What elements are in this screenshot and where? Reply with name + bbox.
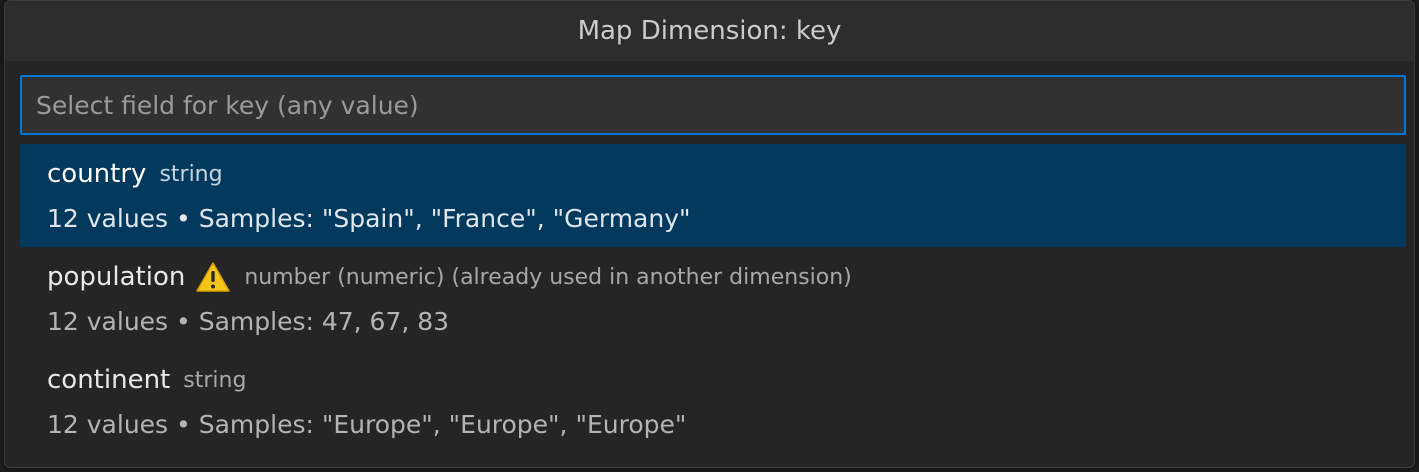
item-label: population: [47, 262, 186, 292]
list-item-continent[interactable]: continent string 12 values • Samples: "E…: [20, 350, 1406, 453]
item-detail: 12 values • Samples: "Spain", "France", …: [47, 204, 691, 233]
warning-icon: [195, 261, 231, 293]
quick-pick-dialog: Map Dimension: key country string 12 val…: [4, 0, 1415, 468]
list-item-country[interactable]: country string 12 values • Samples: "Spa…: [20, 144, 1406, 247]
item-detail: 12 values • Samples: "Europe", "Europe",…: [47, 410, 687, 439]
item-description: string: [183, 367, 247, 393]
dialog-title: Map Dimension: key: [5, 1, 1414, 61]
item-label: country: [47, 159, 147, 189]
search-input-container[interactable]: [20, 75, 1406, 135]
item-description: string: [159, 161, 223, 187]
search-input[interactable]: [22, 77, 1404, 133]
item-description: number (numeric) (already used in anothe…: [244, 264, 852, 290]
field-list: country string 12 values • Samples: "Spa…: [20, 144, 1406, 453]
item-detail: 12 values • Samples: 47, 67, 83: [47, 307, 450, 336]
item-label: continent: [47, 365, 171, 395]
list-item-population[interactable]: population number (numeric) (already use…: [20, 247, 1406, 350]
